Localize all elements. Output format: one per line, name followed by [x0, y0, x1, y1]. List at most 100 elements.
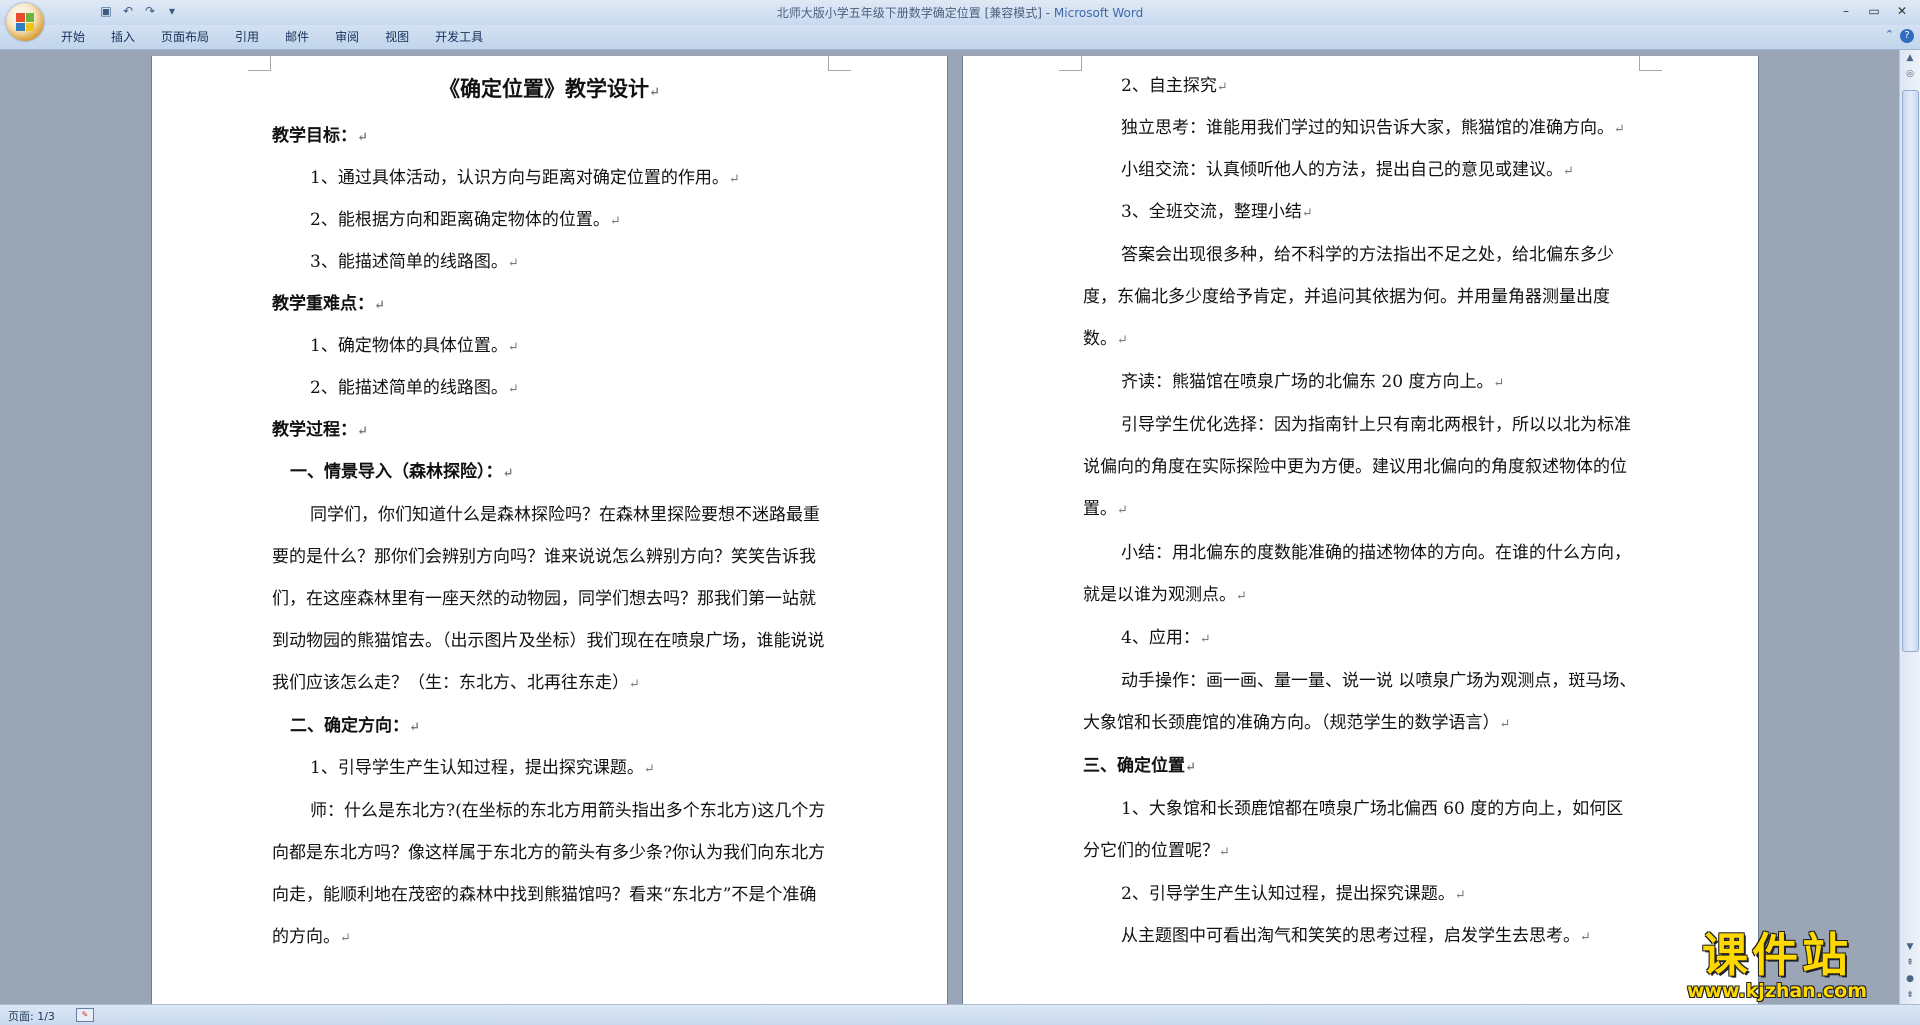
title-bar: ▣ ↶ ↷ ▾ 北师大版小学五年级下册数学确定位置 [兼容模式] - Micro…: [0, 0, 1920, 41]
page-1[interactable]: 《确定位置》教学设计↵ 教学目标：↵ 1、通过具体活动，认识方向与距离对确定位置的…: [152, 56, 947, 1005]
paragraph: 从主题图中可看出淘气和笑笑的思考过程，启发学生去思考。↵: [1083, 916, 1638, 958]
watermark-logo: 课件站 www.kjzhan.com: [1662, 929, 1892, 1003]
paragraph-mark-icon: ↵: [507, 340, 519, 355]
paragraph-mark-icon: ↵: [1185, 760, 1196, 775]
page-1-body[interactable]: 《确定位置》教学设计↵ 教学目标：↵ 1、通过具体活动，认识方向与距离对确定位置的…: [272, 66, 827, 960]
previous-page-icon[interactable]: ⇞: [1901, 955, 1919, 971]
paragraph-text: 引导学生优化选择：因为指南针上只有南北两根针，所以以北为标准说偏向的角度在实际探…: [1083, 415, 1631, 519]
window-controls: – ▭ ✕: [1832, 2, 1916, 20]
paragraph: 教学目标：↵: [272, 116, 827, 158]
office-button[interactable]: [6, 3, 44, 41]
margin-marker: [828, 56, 851, 71]
paragraph-text: 答案会出现很多种，给不科学的方法指出不足之处，给北偏东多少度，东偏北多少度给予肯…: [1083, 245, 1614, 349]
ribbon-minimize-icon[interactable]: ⌃: [1885, 28, 1894, 41]
paragraph: 师：什么是东北方?(在坐标的东北方用箭头指出多个东北方)这几个方向都是东北方吗？…: [272, 790, 827, 960]
paragraph-mark-icon: ↵: [502, 466, 514, 481]
paragraph-text: 4、应用：: [1121, 628, 1200, 648]
paragraph-mark-icon: ↵: [1301, 206, 1313, 221]
tab-view[interactable]: 视图: [372, 25, 422, 49]
tab-insert[interactable]: 插入: [98, 25, 148, 49]
paragraph-text: 3、全班交流，整理小结: [1121, 202, 1302, 222]
paragraph: 动手操作：画一画、量一量、说一说 以喷泉广场为观测点，斑马场、大象馆和长颈鹿馆的…: [1083, 660, 1638, 746]
vertical-scrollbar[interactable]: ▲ ◎ ▼ ⇞ ● ⇟: [1899, 50, 1920, 1005]
paragraph-mark-icon: ↵: [374, 298, 385, 313]
paragraph-text: 1、引导学生产生认知过程，提出探究课题。: [310, 758, 644, 778]
margin-marker: [1639, 56, 1662, 71]
paragraph-text: 1、通过具体活动，认识方向与距离对确定位置的作用。: [310, 168, 729, 188]
paragraph-text: 1、确定物体的具体位置。: [310, 336, 508, 356]
scroll-bottom-controls: ▼ ⇞ ● ⇟: [1900, 939, 1920, 1003]
tab-developer[interactable]: 开发工具: [422, 25, 496, 49]
scroll-down-icon[interactable]: ▼: [1901, 939, 1919, 955]
scroll-thumb[interactable]: [1902, 90, 1919, 652]
page-2-body[interactable]: 2、自主探究↵ 独立思考：谁能用我们学过的知识告诉大家，熊猫馆的准确方向。↵ 小组交…: [1083, 66, 1638, 958]
next-page-icon[interactable]: ⇟: [1901, 987, 1919, 1003]
paragraph-text: 小组交流：认真倾听他人的方法，提出自己的意见或建议。: [1121, 160, 1563, 180]
paragraph: 二、确定方向：↵: [272, 706, 827, 748]
paragraph-text: 从主题图中可看出淘气和笑笑的思考过程，启发学生去思考。: [1121, 926, 1580, 946]
ruler-toggle-icon[interactable]: ◎: [1901, 66, 1919, 82]
status-bar: 页面: 1/3 ✎: [0, 1004, 1920, 1025]
paragraph: 引导学生优化选择：因为指南针上只有南北两根针，所以以北为标准说偏向的角度在实际探…: [1083, 404, 1638, 532]
paragraph: 同学们，你们知道什么是森林探险吗？在森林里探险要想不迷路最重要的是什么？那你们会…: [272, 494, 827, 706]
paragraph-mark-icon: ↵: [1614, 122, 1625, 137]
tab-page-layout[interactable]: 页面布局: [148, 25, 222, 49]
paragraph: 一、情景导入（森林探险）：↵: [272, 452, 827, 494]
document-title-heading: 《确定位置》教学设计↵: [439, 76, 660, 101]
paragraph-mark-icon: ↵: [1236, 589, 1247, 604]
help-icon[interactable]: ?: [1900, 29, 1914, 43]
tab-mailings[interactable]: 邮件: [272, 25, 322, 49]
paragraph-text: 齐读：熊猫馆在喷泉广场的北偏东 20 度方向上。: [1121, 372, 1494, 392]
page-2[interactable]: 2、自主探究↵ 独立思考：谁能用我们学过的知识告诉大家，熊猫馆的准确方向。↵ 小组交…: [963, 56, 1758, 1005]
paragraph-text: 2、能描述简单的线路图。: [310, 378, 508, 398]
paragraph: 2、能根据方向和距离确定物体的位置。↵: [272, 200, 827, 242]
paragraph: 1、引导学生产生认知过程，提出探究课题。↵: [272, 748, 827, 790]
watermark-url: www.kjzhan.com: [1686, 980, 1868, 1002]
tab-home[interactable]: 开始: [48, 25, 98, 49]
paragraph: 独立思考：谁能用我们学过的知识告诉大家，熊猫馆的准确方向。↵: [1083, 108, 1638, 150]
paragraph-mark-icon: ↵: [629, 677, 640, 692]
select-browse-object-icon[interactable]: ●: [1901, 971, 1919, 987]
paragraph-text: 2、自主探究: [1121, 76, 1217, 96]
paragraph-text: 2、引导学生产生认知过程，提出探究课题。: [1121, 884, 1455, 904]
tab-references[interactable]: 引用: [222, 25, 272, 49]
paragraph: 3、能描述简单的线路图。↵: [272, 242, 827, 284]
restore-button[interactable]: ▭: [1860, 2, 1888, 20]
paragraph-mark-icon: ↵: [1499, 717, 1511, 732]
paragraph-mark-icon: ↵: [357, 424, 368, 439]
paragraph-text: 二、确定方向：: [290, 716, 409, 736]
paragraph: 答案会出现很多种，给不科学的方法指出不足之处，给北偏东多少度，东偏北多少度给予肯…: [1083, 234, 1638, 362]
paragraph-text: 师：什么是东北方?(在坐标的东北方用箭头指出多个东北方)这几个方向都是东北方吗？…: [272, 801, 826, 947]
page-indicator[interactable]: 页面: 1/3: [8, 1008, 55, 1024]
paragraph-mark-icon: ↵: [609, 214, 621, 229]
paragraph: 4、应用：↵: [1083, 618, 1638, 660]
tab-review[interactable]: 审阅: [322, 25, 372, 49]
paragraph-mark-icon: ↵: [728, 172, 740, 187]
paragraph-text: 一、情景导入（森林探险）：: [290, 462, 503, 482]
ribbon-tab-bar: 开始 插入 页面布局 引用 邮件 审阅 视图 开发工具 ⌃ ?: [0, 25, 1920, 50]
paragraph-mark-icon: ↵: [1563, 164, 1574, 179]
paragraph: 2、自主探究↵: [1083, 66, 1638, 108]
minimize-button[interactable]: –: [1832, 2, 1860, 20]
paragraph-text: 教学重难点：: [272, 294, 374, 314]
paragraph-mark-icon: ↵: [1199, 632, 1211, 647]
scroll-up-icon[interactable]: ▲: [1901, 50, 1919, 66]
paragraph-mark-icon: ↵: [507, 256, 519, 271]
paragraph: 教学重难点：↵: [272, 284, 827, 326]
document-workspace[interactable]: 《确定位置》教学设计↵ 教学目标：↵ 1、通过具体活动，认识方向与距离对确定位置的…: [0, 50, 1900, 1005]
paragraph-text: 2、能根据方向和距离确定物体的位置。: [310, 210, 610, 230]
paragraph-mark-icon: ↵: [1117, 333, 1128, 348]
app-name: Microsoft Word: [1053, 6, 1144, 20]
paragraph: 小结：用北偏东的度数能准确的描述物体的方向。在谁的什么方向，就是以谁为观测点。↵: [1083, 532, 1638, 618]
paragraph-mark-icon: ↵: [340, 931, 351, 946]
close-button[interactable]: ✕: [1888, 2, 1916, 20]
paragraph: 2、能描述简单的线路图。↵: [272, 368, 827, 410]
paragraph-text: 教学目标：: [272, 126, 357, 146]
paragraph-mark-icon: ↵: [357, 130, 368, 145]
paragraph-mark-icon: ↵: [1580, 930, 1591, 945]
paragraph-mark-icon: ↵: [1454, 888, 1466, 903]
paragraph: 1、大象馆和长颈鹿馆都在喷泉广场北偏西 60 度的方向上，如何区分它们的位置呢？…: [1083, 788, 1638, 874]
paragraph-text: 动手操作：画一画、量一量、说一说 以喷泉广场为观测点，斑马场、大象馆和长颈鹿馆的…: [1083, 671, 1637, 733]
proofing-status-icon[interactable]: ✎: [76, 1008, 94, 1022]
paragraph: 2、引导学生产生认知过程，提出探究课题。↵: [1083, 874, 1638, 916]
